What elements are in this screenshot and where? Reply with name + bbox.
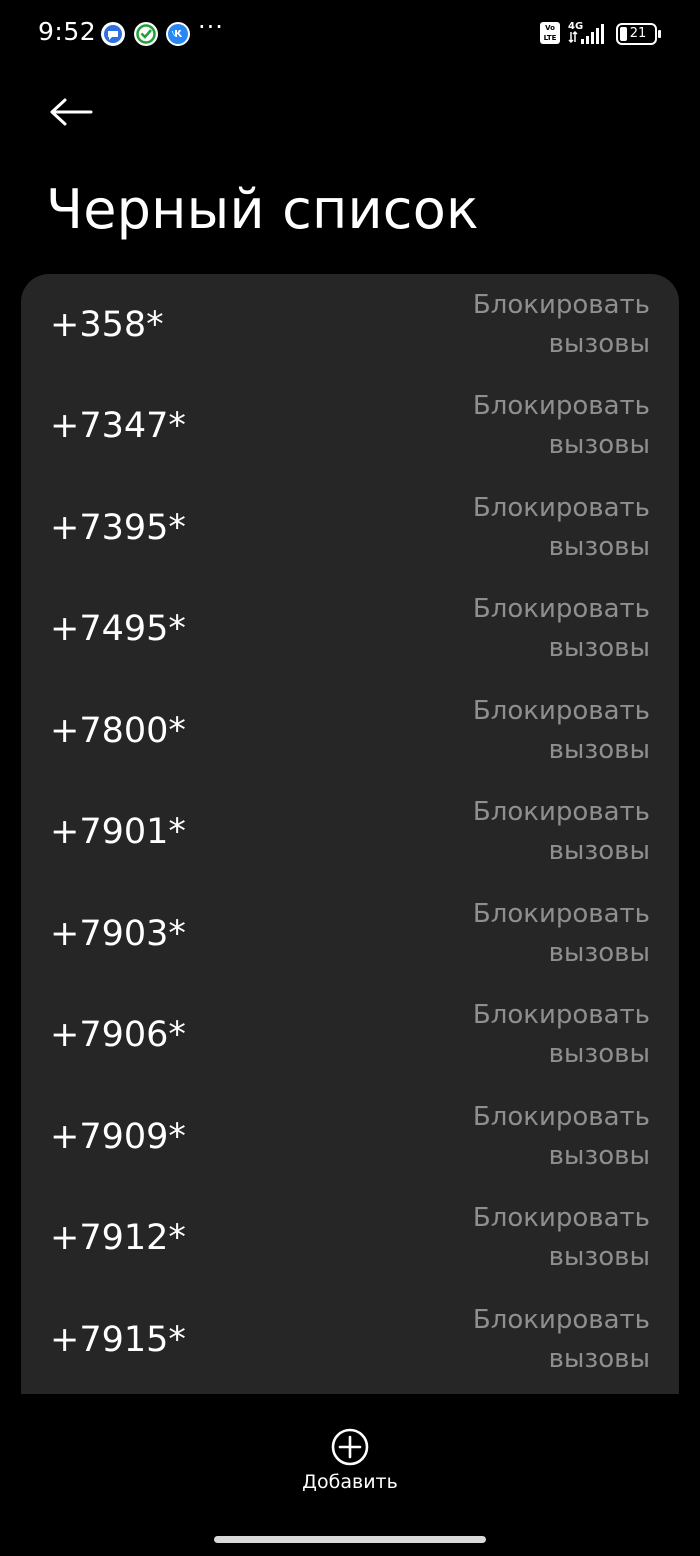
block-mode-label: Блокировать вызовы xyxy=(410,692,650,770)
status-bar: 9:52 ··· Vo LTE 4G 21 xyxy=(0,0,700,68)
battery-icon: 21 xyxy=(616,23,662,45)
blocked-number: +7495* xyxy=(50,609,186,650)
block-mode-line2: вызовы xyxy=(548,1039,650,1070)
block-mode-label: Блокировать вызовы xyxy=(410,895,650,973)
blocked-number: +7800* xyxy=(50,710,186,751)
block-mode-line2: вызовы xyxy=(548,836,650,867)
blacklist-row[interactable]: +7915* Блокировать вызовы xyxy=(21,1289,679,1391)
blocked-number: +7915* xyxy=(50,1319,186,1360)
volte-icon: Vo LTE xyxy=(540,22,560,44)
block-mode-label: Блокировать вызовы xyxy=(410,387,650,465)
block-mode-line1: Блокировать xyxy=(472,1000,650,1031)
blacklist-list: +358* Блокировать вызовы +7347* Блокировать в… xyxy=(21,274,679,1394)
block-mode-label: Блокировать вызовы xyxy=(410,996,650,1074)
block-mode-line1: Блокировать xyxy=(472,1101,650,1132)
block-mode-label: Блокировать вызовы xyxy=(410,1098,650,1176)
blacklist-row[interactable]: +7906* Блокировать вызовы xyxy=(21,985,679,1087)
block-mode-line1: Блокировать xyxy=(472,289,650,320)
home-indicator[interactable] xyxy=(214,1536,486,1543)
block-mode-line1: Блокировать xyxy=(472,1304,650,1335)
block-mode-line1: Блокировать xyxy=(472,898,650,929)
blacklist-row[interactable]: +7347* Блокировать вызовы xyxy=(21,376,679,478)
block-mode-label: Блокировать вызовы xyxy=(410,1301,650,1379)
block-mode-line2: вызовы xyxy=(548,1242,650,1273)
block-mode-line2: вызовы xyxy=(548,1140,650,1171)
block-mode-line1: Блокировать xyxy=(472,391,650,422)
blocked-number: +7903* xyxy=(50,913,186,954)
blacklist-row[interactable]: +7395* Блокировать вызовы xyxy=(21,477,679,579)
blocked-number: +7347* xyxy=(50,406,186,447)
blocked-number: +7909* xyxy=(50,1116,186,1157)
blacklist-screen: 9:52 ··· Vo LTE 4G 21 Черный список +358… xyxy=(0,0,700,1556)
blacklist-row[interactable]: +7909* Блокировать вызовы xyxy=(21,1086,679,1188)
signal-icon: 4G xyxy=(568,20,608,46)
block-mode-line2: вызовы xyxy=(548,633,650,664)
page-title: Черный список xyxy=(46,178,479,241)
block-mode-line1: Блокировать xyxy=(472,797,650,828)
block-mode-line1: Блокировать xyxy=(472,492,650,523)
more-notifications-icon: ··· xyxy=(198,13,224,41)
add-button[interactable]: Добавить xyxy=(290,1424,410,1498)
blocked-number: +7912* xyxy=(50,1218,186,1259)
block-mode-line2: вызовы xyxy=(548,937,650,968)
block-mode-line2: вызовы xyxy=(548,328,650,359)
block-mode-label: Блокировать вызовы xyxy=(410,489,650,567)
blacklist-row[interactable]: +7912* Блокировать вызовы xyxy=(21,1188,679,1290)
status-time: 9:52 xyxy=(38,17,97,46)
blacklist-row[interactable]: +7903* Блокировать вызовы xyxy=(21,883,679,985)
block-mode-line1: Блокировать xyxy=(472,1203,650,1234)
add-label: Добавить xyxy=(302,1471,398,1493)
block-mode-line1: Блокировать xyxy=(472,594,650,625)
arrow-left-icon xyxy=(49,97,93,127)
block-mode-label: Блокировать вызовы xyxy=(410,286,650,364)
blocked-number: +7901* xyxy=(50,812,186,853)
blocked-number: +7906* xyxy=(50,1015,186,1056)
blacklist-row[interactable]: +7495* Блокировать вызовы xyxy=(21,579,679,681)
block-mode-line2: вызовы xyxy=(548,1343,650,1374)
blacklist-row[interactable]: +7800* Блокировать вызовы xyxy=(21,680,679,782)
block-mode-line2: вызовы xyxy=(548,531,650,562)
blacklist-row[interactable]: +7901* Блокировать вызовы xyxy=(21,782,679,884)
blocked-number: +358* xyxy=(50,304,164,345)
battery-level: 21 xyxy=(629,26,647,41)
plus-circle-icon xyxy=(330,1427,370,1467)
svg-text:4G: 4G xyxy=(568,21,583,32)
sber-notification-icon xyxy=(134,22,158,46)
back-button[interactable] xyxy=(38,84,104,140)
messenger-notification-icon xyxy=(101,22,125,46)
block-mode-line2: вызовы xyxy=(548,734,650,765)
vk-notification-icon xyxy=(166,22,190,46)
block-mode-line2: вызовы xyxy=(548,430,650,461)
blocked-number: +7395* xyxy=(50,507,186,548)
block-mode-label: Блокировать вызовы xyxy=(410,590,650,668)
blacklist-row[interactable]: +358* Блокировать вызовы xyxy=(21,274,679,376)
block-mode-line1: Блокировать xyxy=(472,695,650,726)
block-mode-label: Блокировать вызовы xyxy=(410,793,650,871)
block-mode-label: Блокировать вызовы xyxy=(410,1199,650,1277)
